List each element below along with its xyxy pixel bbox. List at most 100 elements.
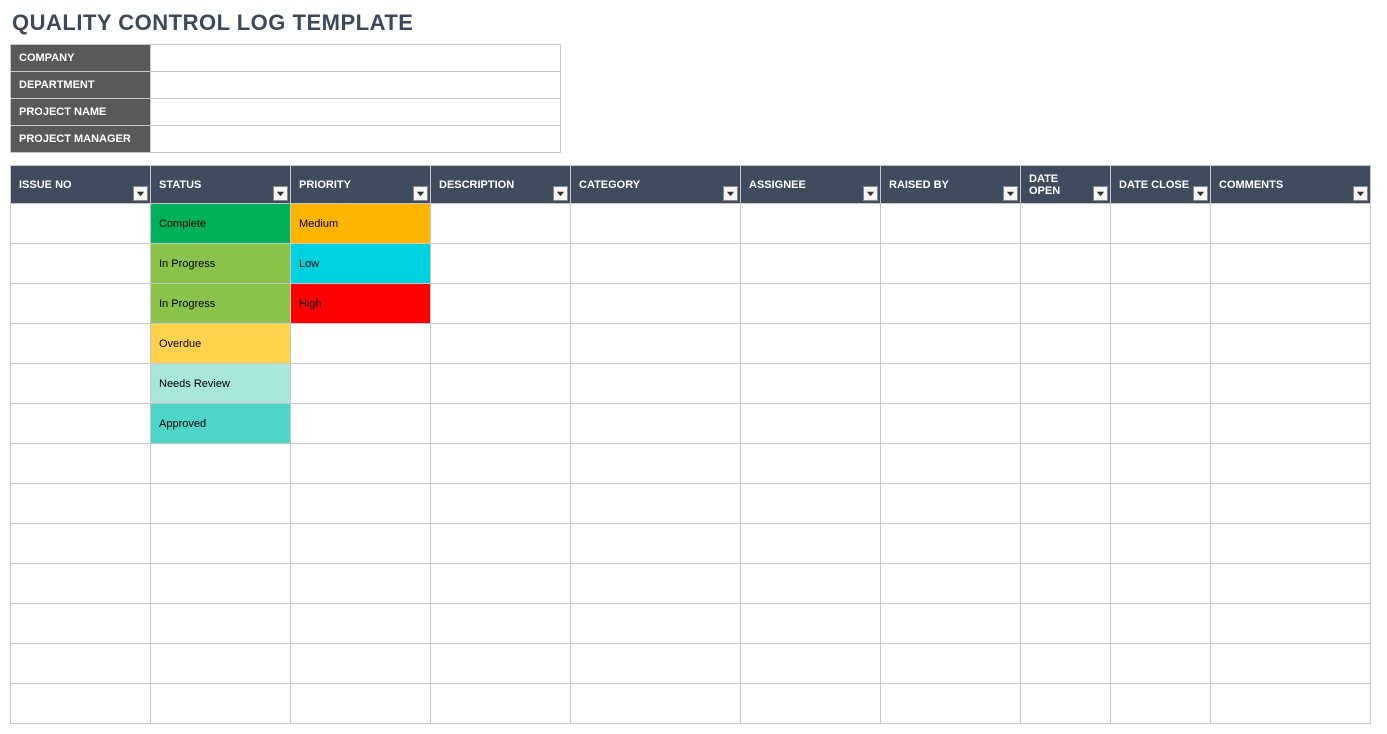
cell-category[interactable] [571,284,741,324]
cell-raised_by[interactable] [881,484,1021,524]
cell-description[interactable] [431,604,571,644]
cell-issue_no[interactable] [11,324,151,364]
cell-comments[interactable] [1211,524,1371,564]
column-header-issue_no[interactable]: ISSUE NO [11,166,151,204]
cell-date_close[interactable] [1111,284,1211,324]
cell-comments[interactable] [1211,404,1371,444]
cell-raised_by[interactable] [881,284,1021,324]
cell-category[interactable] [571,404,741,444]
cell-raised_by[interactable] [881,564,1021,604]
cell-category[interactable] [571,444,741,484]
cell-description[interactable] [431,364,571,404]
cell-comments[interactable] [1211,644,1371,684]
filter-dropdown-icon[interactable] [1093,186,1108,201]
column-header-priority[interactable]: PRIORITY [291,166,431,204]
cell-status[interactable] [151,444,291,484]
cell-raised_by[interactable] [881,684,1021,724]
info-value-project-name[interactable] [151,99,561,126]
cell-issue_no[interactable] [11,404,151,444]
cell-comments[interactable] [1211,204,1371,244]
cell-comments[interactable] [1211,444,1371,484]
cell-date_close[interactable] [1111,484,1211,524]
cell-date_close[interactable] [1111,684,1211,724]
cell-issue_no[interactable] [11,484,151,524]
cell-issue_no[interactable] [11,244,151,284]
cell-category[interactable] [571,244,741,284]
column-header-assignee[interactable]: ASSIGNEE [741,166,881,204]
cell-status[interactable]: Overdue [151,324,291,364]
cell-description[interactable] [431,244,571,284]
cell-description[interactable] [431,444,571,484]
cell-priority[interactable] [291,604,431,644]
cell-priority[interactable] [291,564,431,604]
cell-priority[interactable]: Medium [291,204,431,244]
cell-description[interactable] [431,204,571,244]
filter-dropdown-icon[interactable] [863,186,878,201]
cell-category[interactable] [571,524,741,564]
cell-issue_no[interactable] [11,604,151,644]
filter-dropdown-icon[interactable] [1353,186,1368,201]
info-value-project-manager[interactable] [151,126,561,153]
cell-raised_by[interactable] [881,324,1021,364]
cell-priority[interactable] [291,524,431,564]
cell-date_open[interactable] [1021,324,1111,364]
cell-date_close[interactable] [1111,324,1211,364]
cell-date_close[interactable] [1111,524,1211,564]
cell-assignee[interactable] [741,444,881,484]
cell-date_close[interactable] [1111,604,1211,644]
cell-assignee[interactable] [741,404,881,444]
cell-comments[interactable] [1211,484,1371,524]
column-header-description[interactable]: DESCRIPTION [431,166,571,204]
cell-category[interactable] [571,684,741,724]
cell-date_open[interactable] [1021,364,1111,404]
cell-status[interactable] [151,524,291,564]
cell-issue_no[interactable] [11,204,151,244]
cell-assignee[interactable] [741,284,881,324]
cell-priority[interactable] [291,444,431,484]
cell-issue_no[interactable] [11,644,151,684]
cell-assignee[interactable] [741,524,881,564]
cell-assignee[interactable] [741,244,881,284]
filter-dropdown-icon[interactable] [273,186,288,201]
cell-assignee[interactable] [741,364,881,404]
cell-assignee[interactable] [741,484,881,524]
cell-comments[interactable] [1211,604,1371,644]
cell-raised_by[interactable] [881,364,1021,404]
cell-issue_no[interactable] [11,364,151,404]
cell-category[interactable] [571,484,741,524]
cell-date_close[interactable] [1111,444,1211,484]
cell-category[interactable] [571,644,741,684]
cell-raised_by[interactable] [881,204,1021,244]
filter-dropdown-icon[interactable] [723,186,738,201]
cell-priority[interactable] [291,484,431,524]
cell-raised_by[interactable] [881,644,1021,684]
cell-category[interactable] [571,604,741,644]
cell-date_open[interactable] [1021,404,1111,444]
column-header-status[interactable]: STATUS [151,166,291,204]
cell-priority[interactable] [291,324,431,364]
cell-date_open[interactable] [1021,444,1111,484]
cell-description[interactable] [431,484,571,524]
cell-raised_by[interactable] [881,244,1021,284]
cell-status[interactable] [151,484,291,524]
cell-status[interactable] [151,644,291,684]
filter-dropdown-icon[interactable] [1193,186,1208,201]
filter-dropdown-icon[interactable] [1003,186,1018,201]
cell-comments[interactable] [1211,324,1371,364]
cell-status[interactable]: Needs Review [151,364,291,404]
cell-date_close[interactable] [1111,364,1211,404]
cell-assignee[interactable] [741,604,881,644]
cell-comments[interactable] [1211,364,1371,404]
cell-priority[interactable]: High [291,284,431,324]
cell-date_open[interactable] [1021,284,1111,324]
cell-date_open[interactable] [1021,604,1111,644]
cell-date_close[interactable] [1111,404,1211,444]
cell-date_open[interactable] [1021,204,1111,244]
cell-issue_no[interactable] [11,284,151,324]
cell-date_close[interactable] [1111,644,1211,684]
cell-comments[interactable] [1211,244,1371,284]
column-header-category[interactable]: CATEGORY [571,166,741,204]
filter-dropdown-icon[interactable] [553,186,568,201]
cell-assignee[interactable] [741,684,881,724]
info-value-department[interactable] [151,72,561,99]
